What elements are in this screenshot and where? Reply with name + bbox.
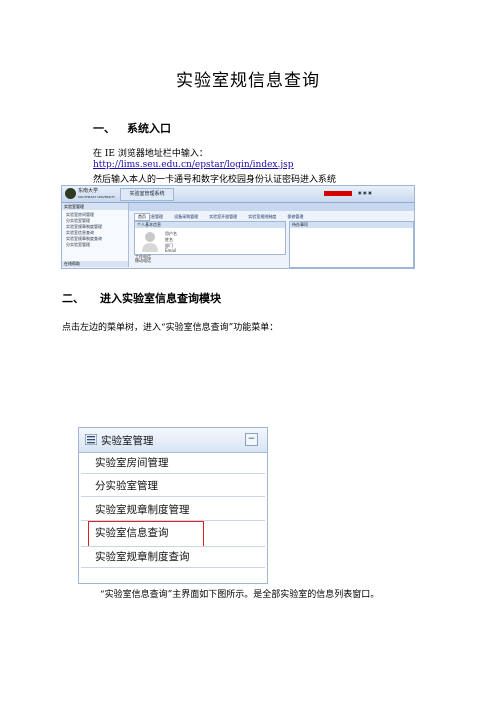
top-links[interactable]: ▣ ▣ ▣ [358,190,372,195]
profile-panel: 个人基本信息 用户名 姓名 部门 Email [134,221,286,255]
menu-tree-screenshot: 实验室管理 − 实验室房间管理 分实验室管理 实验室规章制度管理 实验室信息查询… [78,427,268,584]
menu-tree-title: 实验室管理 [101,435,154,447]
menu-item-sub-lab-management[interactable]: 分实验室管理 [95,478,158,493]
left-menu-title[interactable]: 实验室管理 [62,203,128,210]
profile-panel-title: 个人基本信息 [135,222,285,228]
profile-contact-fields: 工作电话 移动电话 [135,254,151,263]
nav-item[interactable]: 实验室规则制度 [248,213,276,221]
system-header: 东南大学 SOUTHEAST UNIVERSITY 实验室管理系统 ▣ ▣ ▣ [62,186,414,203]
instruction-click-menu: 点击左边的菜单树，进入“实验室信息查询”功能菜单： [62,323,279,333]
section-2-number: 二、 [62,292,84,305]
todo-panel-title: 待办事项 [290,222,413,228]
system-home-screenshot: 东南大学 SOUTHEAST UNIVERSITY 实验室管理系统 ▣ ▣ ▣ … [61,185,415,269]
divider [81,546,265,547]
avatar-icon [142,232,158,252]
top-navigation: 实验室信息管理 设备采购管理 实验室开放管理 实验室规则制度 保修管理 [129,203,414,219]
page-title: 实验室规信息查询 [176,71,320,91]
instruction-ie: 在 IE 浏览器地址栏中输入： [93,149,208,159]
red-banner [324,191,352,196]
nav-item[interactable]: 实验室开放管理 [209,213,237,221]
section-1-number: 一、 [93,122,115,135]
section-1-title: 系统入口 [127,122,171,135]
instruction-login: 然后输入本人的一卡通号和数字化校园身份认证密码进入系统 [93,175,337,185]
todo-panel: 待办事项 [289,221,414,268]
menu-list-icon [85,434,97,445]
login-url-link[interactable]: http://lims.seu.edu.cn/epstar/login/inde… [93,160,294,170]
school-name: 东南大学 SOUTHEAST UNIVERSITY [78,188,115,199]
system-title: 实验室管理系统 [120,188,174,201]
nav-item[interactable]: 保修管理 [287,213,303,221]
left-menu-panel: 实验室管理 实验室房间管理 分实验室管理 实验室规章制度管理 实验室信息查询 实… [62,203,129,267]
collapse-button[interactable]: − [245,433,258,446]
divider [81,567,265,568]
profile-field: Email [165,248,177,253]
nav-item[interactable]: 设备采购管理 [174,213,198,221]
menu-item-rules-management[interactable]: 实验室规章制度管理 [95,502,190,517]
help-link[interactable]: 在线帮助 [62,261,128,267]
divider [81,496,265,497]
main-interface-description: “实验室信息查询”主界面如下图所示。是全部实验室的信息列表窗口。 [100,590,380,600]
highlight-box [88,521,204,547]
menu-item-room-management[interactable]: 实验室房间管理 [95,455,169,470]
section-2-title: 进入实验室信息查询模块 [100,292,221,305]
left-menu-item[interactable]: 分实验室管理 [66,242,90,248]
university-logo [65,188,76,199]
tab-home[interactable]: 首页 [134,213,150,221]
menu-item-rules-query[interactable]: 实验室规章制度查询 [95,549,190,564]
divider [81,473,265,474]
menu-tree-header[interactable]: 实验室管理 − [79,428,267,453]
